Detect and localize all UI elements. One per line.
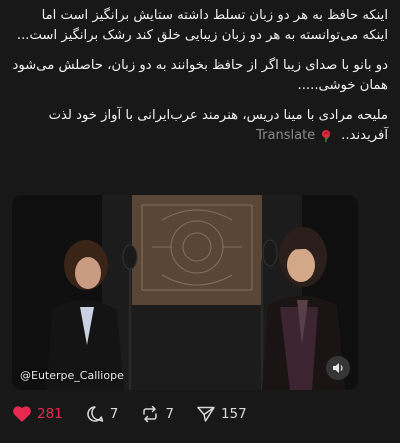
post-paragraph-2: دو بانو با صدای زیبا اگر از حافظ بخوانند… [12,58,388,93]
post-paragraph-3: ملیحه مرادی با مینا دریس، هنرمند عرب‌ایر… [12,106,388,146]
reply-button[interactable]: 7 [85,405,119,423]
send-icon [197,406,215,422]
video-frame [12,195,358,390]
rose-icon [319,129,333,143]
comment-icon [87,406,104,422]
speaker-icon [333,363,343,373]
translate-label: Translate [256,128,316,143]
like-count: 281 [37,406,63,422]
mute-button[interactable] [326,356,350,380]
video-player[interactable]: @Euterpe_Calliope [12,195,358,390]
like-button[interactable]: 281 [12,405,63,423]
heart-icon [13,406,31,422]
post-paragraph-3-text: ملیحه مرادی با مینا دریس، هنرمند عرب‌ایر… [48,108,388,143]
video-watermark: @Euterpe_Calliope [20,369,124,382]
reply-count: 7 [109,406,119,422]
share-count: 157 [220,406,247,422]
post-text: اینکه حافظ به هر دو زبان تسلط داشته ستای… [12,6,388,146]
repost-icon [143,405,158,423]
repost-button[interactable]: 7 [140,405,174,423]
repost-count: 7 [165,406,174,422]
translate-button[interactable]: Translate [256,126,333,146]
action-bar: 281 7 7 157 [12,405,269,423]
share-button[interactable]: 157 [196,405,247,423]
post-paragraph-1: اینکه حافظ به هر دو زبان تسلط داشته ستای… [16,8,388,43]
